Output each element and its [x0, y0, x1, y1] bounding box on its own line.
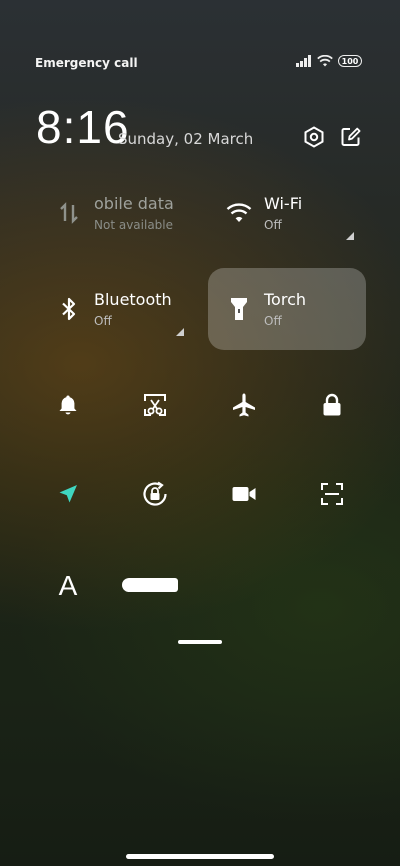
- clock: 8:16: [36, 101, 130, 153]
- torch-title: Torch: [264, 290, 307, 309]
- bluetooth-icon: [56, 296, 82, 322]
- screenshot-toggle[interactable]: [137, 387, 173, 423]
- status-icons: 100: [296, 55, 362, 67]
- mobile-data-icon: [56, 200, 82, 226]
- wifi-icon: [226, 200, 252, 226]
- scanner-toggle[interactable]: [314, 476, 350, 512]
- wifi-title: Wi-Fi: [264, 194, 303, 213]
- mobile-data-title: obile data: [94, 194, 174, 213]
- screenshot-icon: [142, 392, 168, 418]
- bluetooth-title: Bluetooth: [94, 290, 172, 309]
- bell-icon: [56, 393, 80, 417]
- rotation-lock-toggle[interactable]: [137, 476, 173, 512]
- wifi-status-icon: [317, 55, 333, 67]
- brightness-slider[interactable]: [122, 578, 178, 592]
- wifi-status: Off: [264, 218, 282, 232]
- edit-tiles-button[interactable]: [338, 124, 364, 150]
- torch-status: Off: [264, 314, 282, 328]
- bluetooth-tile[interactable]: Bluetooth Off: [38, 268, 196, 350]
- airplane-mode-toggle[interactable]: [226, 387, 262, 423]
- airplane-icon: [231, 392, 257, 418]
- font-size-toggle[interactable]: A: [50, 568, 86, 604]
- mobile-data-tile[interactable]: obile data Not available: [38, 172, 196, 254]
- wifi-expand-icon[interactable]: [346, 232, 354, 240]
- lock-screen-toggle[interactable]: [314, 387, 350, 423]
- bluetooth-expand-icon[interactable]: [176, 328, 184, 336]
- scan-icon: [320, 482, 344, 506]
- location-toggle[interactable]: [50, 476, 86, 512]
- edit-icon: [340, 126, 362, 148]
- control-center-header: 8:16 Sunday, 02 March: [36, 100, 366, 160]
- signal-icon: [296, 55, 312, 67]
- panel-drag-handle[interactable]: [178, 640, 222, 644]
- rotation-lock-icon: [141, 480, 169, 508]
- battery-icon: 100: [338, 55, 362, 67]
- carrier-text: Emergency calls o: [35, 56, 137, 70]
- ringer-toggle[interactable]: [50, 387, 86, 423]
- mobile-data-status: Not available: [94, 218, 174, 232]
- settings-button[interactable]: [301, 124, 327, 150]
- settings-hexagon-icon: [303, 126, 325, 148]
- date-label: Sunday, 02 March: [118, 130, 254, 148]
- bluetooth-status: Off: [94, 314, 112, 328]
- lock-icon: [320, 392, 344, 418]
- screen-recorder-toggle[interactable]: [226, 476, 262, 512]
- wifi-tile[interactable]: Wi-Fi Off: [208, 172, 366, 254]
- torch-tile[interactable]: Torch Off: [208, 268, 366, 350]
- video-camera-icon: [231, 483, 257, 505]
- status-bar: Emergency calls o 100: [0, 52, 400, 76]
- home-indicator[interactable]: [126, 854, 274, 859]
- location-icon: [56, 482, 80, 506]
- flashlight-icon: [226, 296, 252, 322]
